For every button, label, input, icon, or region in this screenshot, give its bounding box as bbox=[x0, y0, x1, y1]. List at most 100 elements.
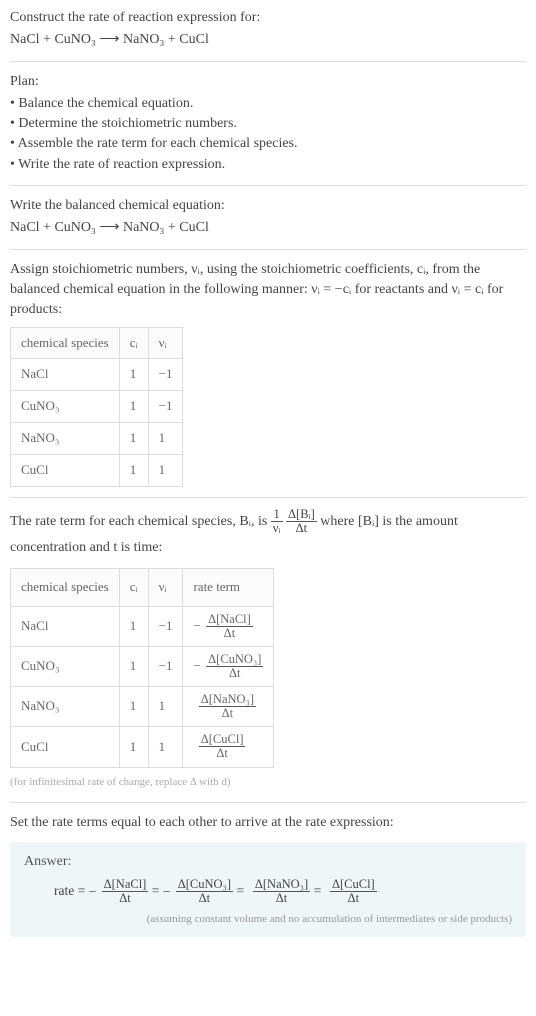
cell-species: CuNO₃ bbox=[11, 646, 120, 686]
cell-v: 1 bbox=[148, 687, 183, 727]
frac-bot: Δt bbox=[253, 892, 310, 905]
col-species: chemical species bbox=[11, 327, 120, 359]
frac-bot: Δt bbox=[102, 892, 149, 905]
frac-top: Δ[CuCl] bbox=[330, 878, 377, 892]
frac-bot: Δt bbox=[176, 892, 233, 905]
divider bbox=[10, 185, 526, 186]
table-row: CuNO₃ 1 −1 − Δ[CuNO₃] Δt bbox=[11, 646, 274, 686]
cell-v: −1 bbox=[148, 646, 183, 686]
divider bbox=[10, 61, 526, 62]
answer-frac: Δ[CuNO₃] Δt bbox=[176, 878, 233, 905]
cell-rate: − Δ[NaCl] Δt bbox=[183, 606, 274, 646]
cell-v: 1 bbox=[148, 454, 183, 486]
frac-top: Δ[CuNO₃] bbox=[176, 878, 233, 892]
cell-species: NaCl bbox=[11, 359, 120, 391]
cell-c: 1 bbox=[119, 391, 148, 423]
plan-item: • Balance the chemical equation. bbox=[10, 94, 526, 114]
rate-frac: Δ[CuNO₃] Δt bbox=[206, 653, 263, 680]
cell-c: 1 bbox=[119, 423, 148, 455]
neg-sign: − bbox=[163, 879, 171, 905]
rateterm-section: The rate term for each chemical species,… bbox=[10, 508, 526, 793]
cell-species: CuNO₃ bbox=[11, 391, 120, 423]
answer-prefix: rate = bbox=[54, 883, 89, 898]
rateterm-frac1: 1 νᵢ bbox=[271, 508, 283, 535]
col-v: νᵢ bbox=[148, 568, 183, 606]
cell-v: 1 bbox=[148, 423, 183, 455]
intro-text: Construct the rate of reaction expressio… bbox=[10, 8, 526, 28]
plan-item: • Write the rate of reaction expression. bbox=[10, 155, 526, 175]
frac-bot: Δt bbox=[286, 522, 317, 535]
neg-sign: − bbox=[89, 879, 97, 905]
cell-c: 1 bbox=[119, 687, 148, 727]
cell-v: −1 bbox=[148, 606, 183, 646]
answer-note: (assuming constant volume and no accumul… bbox=[24, 912, 512, 928]
answer-frac: Δ[NaCl] Δt bbox=[102, 878, 149, 905]
answer-box: Answer: rate = − Δ[NaCl] Δt = − Δ[CuNO₃]… bbox=[10, 842, 526, 938]
col-rate: rate term bbox=[183, 568, 274, 606]
cell-c: 1 bbox=[119, 606, 148, 646]
plan-item: • Assemble the rate term for each chemic… bbox=[10, 134, 526, 154]
cell-rate: Δ[CuCl] Δt bbox=[183, 727, 274, 767]
balanced-equation: NaCl + CuNO₃ ⟶ NaNO₃ + CuCl bbox=[10, 218, 526, 238]
answer-frac: Δ[NaNO₃] Δt bbox=[253, 878, 310, 905]
col-c: cᵢ bbox=[119, 327, 148, 359]
stoich-table: chemical species cᵢ νᵢ NaCl 1 −1 CuNO₃ 1… bbox=[10, 327, 183, 487]
cell-c: 1 bbox=[119, 646, 148, 686]
cell-species: NaNO₃ bbox=[11, 423, 120, 455]
cell-v: −1 bbox=[148, 359, 183, 391]
cell-v: −1 bbox=[148, 391, 183, 423]
frac-bot: Δt bbox=[206, 667, 263, 680]
frac-bot: Δt bbox=[199, 747, 246, 760]
divider bbox=[10, 497, 526, 498]
table-header-row: chemical species cᵢ νᵢ rate term bbox=[11, 568, 274, 606]
rateterm-frac2: Δ[Bᵢ] Δt bbox=[286, 508, 317, 535]
balanced-text: Write the balanced chemical equation: bbox=[10, 196, 526, 216]
answer-expression: rate = − Δ[NaCl] Δt = − Δ[CuNO₃] Δt = Δ[… bbox=[54, 878, 512, 906]
divider bbox=[10, 802, 526, 803]
frac-top: Δ[CuNO₃] bbox=[206, 653, 263, 667]
frac-top: Δ[NaNO₃] bbox=[199, 693, 256, 707]
frac-top: Δ[CuCl] bbox=[199, 733, 246, 747]
rate-frac: Δ[NaCl] Δt bbox=[206, 613, 253, 640]
col-v: νᵢ bbox=[148, 327, 183, 359]
frac-top: Δ[NaNO₃] bbox=[253, 878, 310, 892]
plan-title: Plan: bbox=[10, 72, 526, 92]
neg-sign: − bbox=[193, 614, 200, 639]
final-text: Set the rate terms equal to each other t… bbox=[10, 813, 526, 833]
neg-sign: − bbox=[193, 654, 200, 679]
table-header-row: chemical species cᵢ νᵢ bbox=[11, 327, 183, 359]
answer-title: Answer: bbox=[24, 852, 512, 872]
balanced-section: Write the balanced chemical equation: Na… bbox=[10, 196, 526, 239]
cell-c: 1 bbox=[119, 359, 148, 391]
intro-section: Construct the rate of reaction expressio… bbox=[10, 8, 526, 51]
frac-bot: νᵢ bbox=[271, 522, 283, 535]
frac-bot: Δt bbox=[206, 627, 253, 640]
divider bbox=[10, 249, 526, 250]
col-species: chemical species bbox=[11, 568, 120, 606]
stoich-section: Assign stoichiometric numbers, νᵢ, using… bbox=[10, 260, 526, 487]
frac-bot: Δt bbox=[330, 892, 377, 905]
cell-c: 1 bbox=[119, 727, 148, 767]
cell-species: CuCl bbox=[11, 454, 120, 486]
cell-species: CuCl bbox=[11, 727, 120, 767]
stoich-text: Assign stoichiometric numbers, νᵢ, using… bbox=[10, 260, 526, 321]
cell-rate: Δ[NaNO₃] Δt bbox=[183, 687, 274, 727]
table-row: CuCl 1 1 bbox=[11, 454, 183, 486]
frac-top: Δ[NaCl] bbox=[206, 613, 253, 627]
rate-frac: Δ[CuCl] Δt bbox=[199, 733, 246, 760]
answer-frac: Δ[CuCl] Δt bbox=[330, 878, 377, 905]
frac-top: Δ[NaCl] bbox=[102, 878, 149, 892]
cell-v: 1 bbox=[148, 727, 183, 767]
plan-section: Plan: • Balance the chemical equation. •… bbox=[10, 72, 526, 175]
cell-species: NaCl bbox=[11, 606, 120, 646]
table-row: CuNO₃ 1 −1 bbox=[11, 391, 183, 423]
rateterm-caption: (for infinitesimal rate of change, repla… bbox=[10, 772, 526, 793]
table-row: NaNO₃ 1 1 Δ[NaNO₃] Δt bbox=[11, 687, 274, 727]
table-row: NaNO₃ 1 1 bbox=[11, 423, 183, 455]
cell-species: NaNO₃ bbox=[11, 687, 120, 727]
col-c: cᵢ bbox=[119, 568, 148, 606]
cell-c: 1 bbox=[119, 454, 148, 486]
answer-sep: = bbox=[152, 883, 163, 898]
frac-top: Δ[Bᵢ] bbox=[286, 508, 317, 522]
frac-top: 1 bbox=[271, 508, 283, 522]
